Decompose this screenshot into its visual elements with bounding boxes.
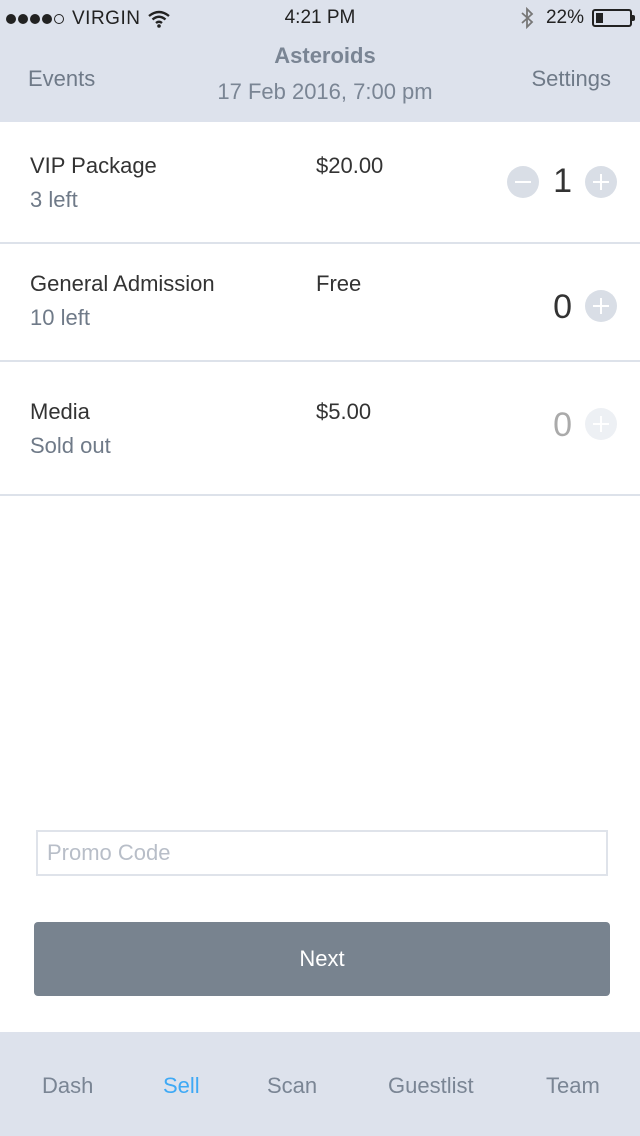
ticket-quantity: 1 [553,162,572,200]
increase-quantity-button-disabled [585,408,617,440]
ticket-list: VIP Package 3 left $20.00 1 General Admi… [0,122,640,496]
status-right: 22% [520,7,635,29]
ticket-name: VIP Package [30,153,157,178]
ticket-price: $20.00 [316,153,384,178]
promo-code-input[interactable] [36,830,608,876]
ticket-quantity: 0 [553,288,572,326]
ticket-row-media: Media Sold out $5.00 0 [0,362,640,496]
ticket-availability: 10 left [30,305,90,330]
ticket-price: Free [316,271,362,296]
battery-level [596,13,603,23]
ticket-availability: 3 left [30,187,78,212]
tab-bar: Dash Sell Scan Guestlist Team [0,1032,640,1136]
tab-dash[interactable]: Dash [42,1073,93,1099]
ticket-name: General Admission [30,271,215,296]
tab-scan[interactable]: Scan [267,1073,317,1099]
ticket-row-vip-package: VIP Package 3 left $20.00 1 [0,122,640,244]
bluetooth-icon [521,7,534,29]
increase-quantity-button[interactable] [585,166,617,198]
header: VIRGIN 4:21 PM 22% Events Asteroids 17 F… [0,0,640,122]
ticket-row-general-admission: General Admission 10 left Free 0 [0,244,640,362]
increase-quantity-button[interactable] [585,290,617,322]
tab-team[interactable]: Team [546,1073,600,1099]
ticket-price: $5.00 [316,399,372,424]
next-button[interactable]: Next [34,922,610,996]
decrease-quantity-button[interactable] [507,166,539,198]
tab-guestlist[interactable]: Guestlist [388,1073,474,1099]
status-bar: VIRGIN 4:21 PM 22% [0,0,640,38]
tab-sell[interactable]: Sell [163,1073,200,1099]
battery-percent: 22% [545,7,584,28]
ticket-name: Media [30,399,90,424]
ticket-quantity: 0 [553,406,572,444]
settings-button[interactable]: Settings [532,66,612,92]
battery-icon [592,9,635,27]
ticket-status: Sold out [30,433,111,458]
